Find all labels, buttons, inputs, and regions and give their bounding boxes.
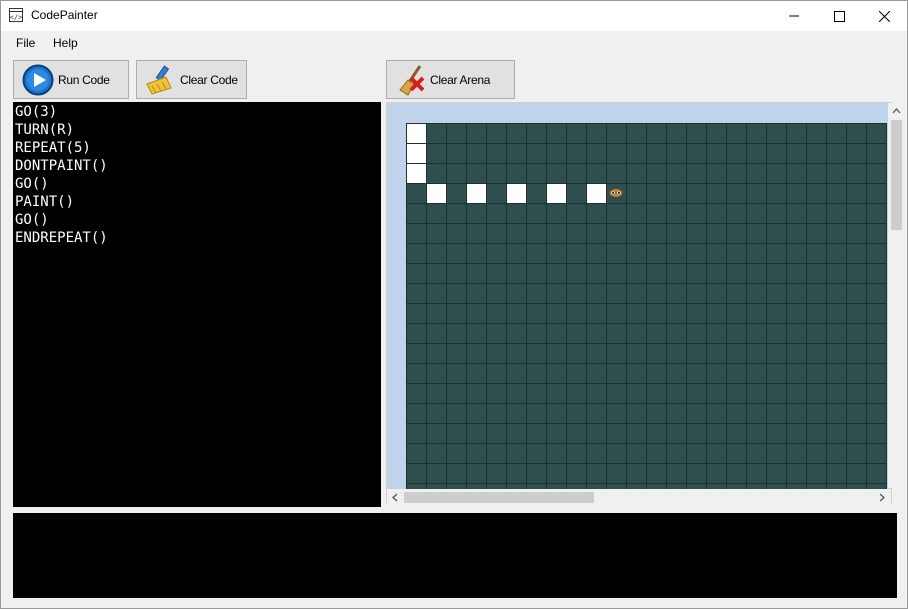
maximize-icon	[833, 10, 845, 22]
code-line: GO()	[15, 176, 49, 192]
code-line: DONTPAINT()	[15, 158, 108, 174]
menu-help[interactable]: Help	[53, 36, 78, 50]
arena-panel	[386, 102, 892, 506]
close-icon	[878, 10, 890, 22]
scroll-right-icon	[879, 493, 885, 502]
code-line: REPEAT(5)	[15, 140, 91, 156]
title-bar: </> CodePainter	[1, 1, 907, 31]
scroll-up-icon	[892, 108, 901, 114]
painter-robot-icon	[608, 188, 624, 198]
horizontal-scrollbar[interactable]	[387, 489, 891, 506]
code-line: GO()	[15, 212, 49, 228]
clear-arena-button[interactable]: Clear Arena	[386, 60, 515, 99]
run-code-label: Run Code	[58, 72, 110, 87]
output-console	[13, 513, 897, 598]
broom-delete-icon	[399, 64, 425, 96]
arena-grid	[406, 123, 887, 489]
painted-cell	[407, 144, 426, 163]
painted-cell	[427, 184, 446, 203]
vertical-scroll-thumb[interactable]	[891, 120, 902, 230]
painted-cell	[587, 184, 606, 203]
play-icon	[22, 64, 54, 95]
painted-cell	[467, 184, 486, 203]
code-line: PAINT()	[15, 194, 75, 210]
minimize-button[interactable]	[771, 1, 817, 31]
code-line: TURN(R)	[15, 122, 75, 138]
painted-cell	[507, 184, 526, 203]
painted-cell	[407, 164, 426, 183]
code-line: ENDREPEAT()	[15, 230, 108, 246]
maximize-button[interactable]	[816, 1, 862, 31]
horizontal-scroll-thumb[interactable]	[404, 492, 594, 503]
run-code-button[interactable]: Run Code	[13, 60, 129, 99]
painted-cell	[407, 124, 426, 143]
code-editor[interactable]: GO(3) TURN(R) REPEAT(5) DONTPAINT() GO() PAIN…	[13, 102, 381, 507]
painted-cell	[547, 184, 566, 203]
code-window-icon: </>	[9, 8, 23, 22]
app-window: </> CodePainter File Help Run Code Clear…	[0, 0, 908, 609]
vertical-scrollbar[interactable]	[888, 103, 905, 488]
close-button[interactable]	[861, 1, 907, 31]
clear-code-button[interactable]: Clear Code	[136, 60, 247, 99]
clear-arena-label: Clear Arena	[430, 72, 491, 87]
menu-file[interactable]: File	[16, 36, 35, 50]
arena-background	[387, 103, 891, 489]
clear-code-label: Clear Code	[180, 72, 238, 87]
code-line: GO(3)	[15, 104, 58, 120]
window-title: CodePainter	[31, 8, 98, 22]
menu-bar: File Help	[1, 31, 907, 55]
svg-text:</>: </>	[10, 14, 23, 22]
brush-icon	[146, 64, 172, 95]
minimize-icon	[789, 15, 799, 17]
scroll-left-icon	[392, 493, 398, 502]
